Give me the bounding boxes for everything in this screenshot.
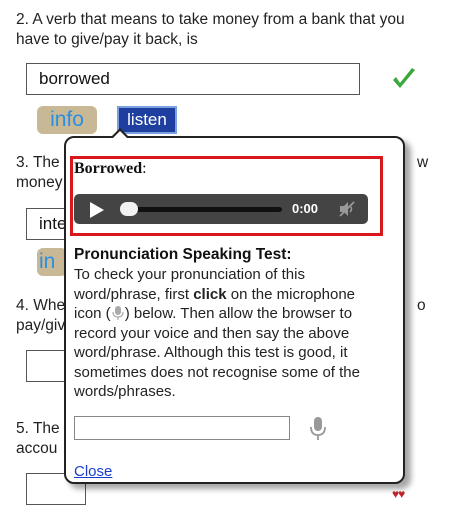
seek-thumb[interactable] — [120, 202, 138, 216]
pronunciation-popup: Borrowed: 0:00 Pronunciation Speaking Te… — [64, 128, 405, 484]
close-link[interactable]: Close — [74, 463, 112, 480]
microphone-inline-icon — [112, 306, 124, 320]
mute-icon[interactable] — [338, 200, 356, 218]
question-4-line-1: 4. Whe — [16, 297, 66, 314]
answer-text-q2: borrowed — [39, 69, 110, 88]
popup-word: Borrowed — [74, 160, 143, 177]
heart-icons: ♥♥ — [392, 487, 405, 501]
info-button-q3[interactable]: in — [37, 248, 67, 276]
popup-word-suffix: : — [142, 160, 147, 177]
speech-result-input[interactable] — [74, 416, 290, 440]
question-5-line-2: accou — [16, 440, 58, 457]
instructions-bold: click — [193, 285, 227, 303]
speaking-test-instructions: To check your pronunciation of this word… — [74, 265, 384, 402]
question-3-line-1: 3. The — [16, 154, 60, 171]
answer-input-q2[interactable]: borrowed — [26, 63, 360, 95]
seek-bar[interactable] — [122, 207, 282, 212]
play-icon[interactable] — [90, 202, 104, 218]
question-4-line-2: pay/giv — [16, 317, 66, 334]
question-2-line-1: 2. A verb that means to take money from … — [16, 11, 405, 28]
audio-player[interactable]: 0:00 — [74, 194, 368, 224]
question-4-line-1-end: o — [417, 297, 426, 314]
answer-text-q3: inte — [39, 214, 67, 233]
question-2-line-2: have to give/pay it back, is — [16, 31, 198, 48]
speaking-test-title: Pronunciation Speaking Test: — [74, 246, 292, 263]
question-3-line-1-end: w — [417, 154, 429, 171]
microphone-icon[interactable] — [308, 416, 328, 442]
info-button[interactable]: info — [37, 106, 97, 134]
check-icon — [393, 68, 415, 88]
popup-word-title: Borrowed: — [74, 160, 147, 178]
question-3-line-2: money — [16, 174, 63, 191]
player-time: 0:00 — [292, 201, 319, 216]
question-5-line-1: 5. The — [16, 420, 60, 437]
